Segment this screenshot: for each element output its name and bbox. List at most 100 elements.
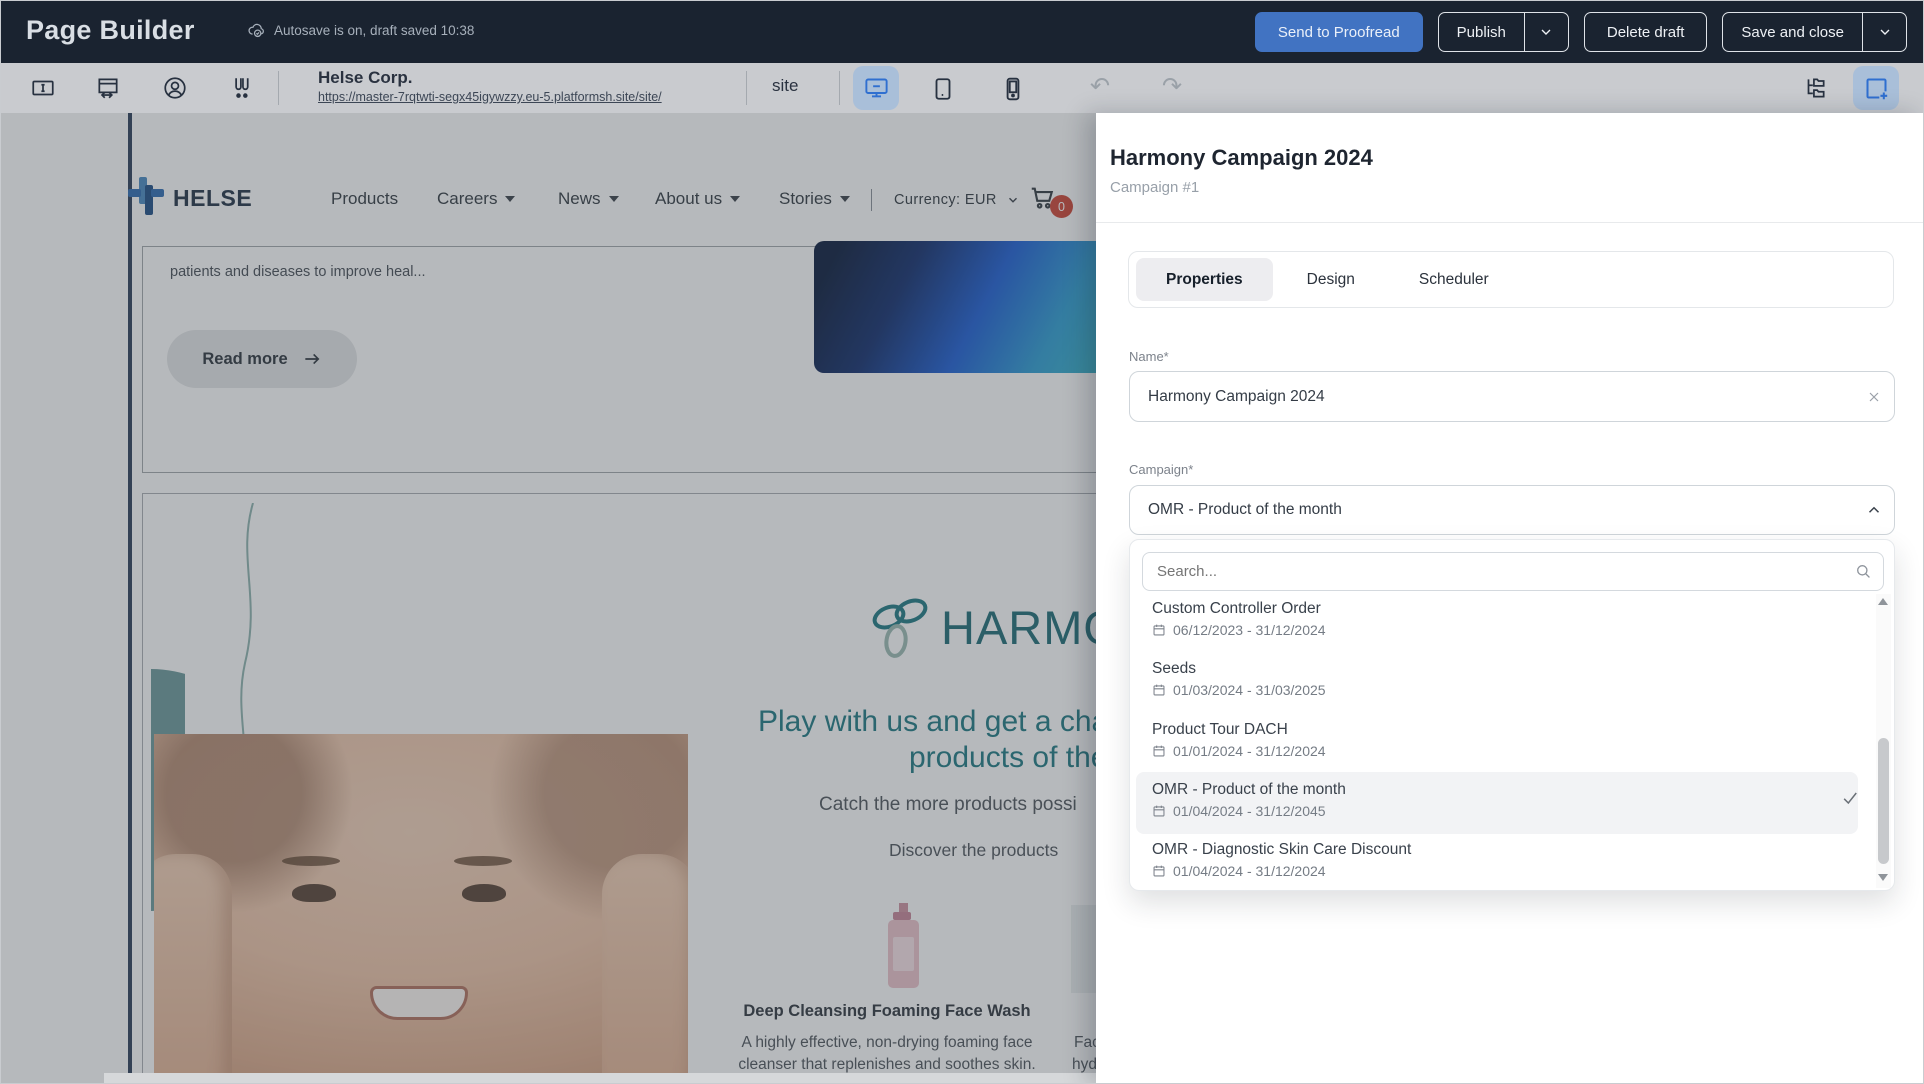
caret-down-icon [609, 196, 619, 202]
site-preview[interactable]: HELSE Products Careers News About us Sto… [1, 113, 1096, 1084]
site-name: Helse Corp. [318, 68, 412, 88]
hero-heading-line1: Play with us and get a chanc [758, 705, 1096, 739]
product-card-desc: A highly effective, non-drying foaming f… [742, 1034, 1033, 1052]
product-card2-text: hyd [1072, 1056, 1096, 1074]
campaign-settings-panel: Harmony Campaign 2024 Campaign #1 Proper… [1096, 113, 1924, 1084]
undo-button[interactable]: ↶ [1085, 73, 1115, 103]
send-to-proofread-button[interactable]: Send to Proofread [1255, 12, 1423, 52]
caret-down-icon [505, 196, 515, 202]
option-dates[interactable]: 01/04/2024 - 31/12/2045 [1152, 803, 1326, 819]
option-dates[interactable]: 01/03/2024 - 31/03/2025 [1152, 682, 1326, 698]
hero-subtext-2: Discover the products [889, 840, 1058, 861]
calendar-icon [1152, 623, 1166, 637]
product-bottle-image [875, 903, 931, 995]
mobile-preview-button[interactable] [999, 75, 1027, 103]
section1-text: patients and diseases to improve heal... [170, 264, 426, 280]
site-url-link[interactable]: https://master-7rqtwti-segx45igywzzy.eu-… [318, 90, 662, 104]
page-tree-button[interactable] [1801, 74, 1829, 102]
clear-name-button[interactable] [1854, 389, 1894, 405]
save-dropdown-toggle[interactable] [1862, 13, 1906, 51]
close-icon [1866, 389, 1882, 405]
photo-detail [602, 854, 688, 1084]
check-icon [1840, 788, 1860, 808]
top-bar: Page Builder Autosave is on, draft saved… [1, 1, 1924, 63]
collapse-dropdown-button[interactable] [1854, 501, 1894, 519]
option-dates[interactable]: 06/12/2023 - 31/12/2024 [1152, 622, 1326, 638]
option-dates[interactable]: 01/04/2024 - 31/12/2024 [1152, 863, 1326, 879]
panel-subtitle: Campaign #1 [1110, 179, 1199, 196]
nav-products[interactable]: Products [331, 189, 398, 209]
option-dates-text: 01/04/2024 - 31/12/2024 [1173, 863, 1326, 879]
helse-logo-icon [126, 175, 168, 217]
section-edge-indicator [128, 113, 132, 1084]
save-and-close-label[interactable]: Save and close [1723, 24, 1862, 41]
name-input[interactable] [1130, 388, 1854, 406]
calendar-icon [1152, 804, 1166, 818]
nav-stories[interactable]: Stories [779, 189, 850, 209]
read-more-button[interactable]: Read more [167, 330, 357, 388]
delete-draft-button[interactable]: Delete draft [1584, 12, 1708, 52]
option-name[interactable]: OMR - Diagnostic Skin Care Discount [1152, 841, 1411, 859]
nav-label: About us [655, 189, 722, 209]
nav-careers[interactable]: Careers [437, 189, 515, 209]
account-tool-icon[interactable] [161, 74, 189, 102]
search-icon [1854, 562, 1873, 581]
harmony-logo-icon [865, 597, 939, 663]
calendar-icon [1152, 864, 1166, 878]
redo-button[interactable]: ↷ [1157, 73, 1187, 103]
cloud-check-icon [247, 21, 266, 40]
dropdown-search-input[interactable] [1143, 563, 1843, 580]
nav-about-us[interactable]: About us [655, 189, 740, 209]
product-card2-text: Fac [1074, 1034, 1096, 1052]
option-name-selected[interactable]: OMR - Product of the month [1152, 781, 1346, 799]
scroll-up-arrow[interactable] [1878, 598, 1888, 605]
toolbar-divider [278, 71, 279, 105]
tab-properties[interactable]: Properties [1136, 258, 1273, 301]
nav-news[interactable]: News [558, 189, 619, 209]
tablet-preview-button[interactable] [929, 75, 957, 103]
publish-dropdown-toggle[interactable] [1524, 13, 1568, 51]
campaign-select-value[interactable] [1130, 501, 1854, 519]
option-dates-text: 01/03/2024 - 31/03/2025 [1173, 682, 1326, 698]
currency-label: Currency: EUR [894, 192, 997, 208]
nav-label: Careers [437, 189, 497, 209]
page-swap-tool-icon[interactable] [94, 74, 122, 102]
topbar-actions: Send to Proofread Publish Delete draft S… [1255, 12, 1907, 52]
option-name[interactable]: Custom Controller Order [1152, 600, 1321, 618]
arrow-right-icon [302, 349, 322, 369]
scroll-down-arrow[interactable] [1878, 874, 1888, 881]
header-divider [871, 189, 872, 211]
campaign-select[interactable] [1129, 485, 1895, 535]
site-logo-text[interactable]: HELSE [173, 185, 252, 212]
option-dates-text: 06/12/2023 - 31/12/2024 [1173, 622, 1326, 638]
text-field-tool-icon[interactable] [29, 74, 57, 102]
desktop-preview-button[interactable] [853, 66, 899, 110]
scrollbar-thumb[interactable] [1878, 738, 1889, 864]
publish-label[interactable]: Publish [1439, 24, 1524, 41]
tab-design[interactable]: Design [1277, 258, 1385, 301]
add-section-button[interactable] [1853, 66, 1899, 110]
tablet-icon [930, 76, 956, 102]
chevron-down-icon [1538, 24, 1554, 40]
calendar-icon [1152, 744, 1166, 758]
option-name[interactable]: Product Tour DACH [1152, 721, 1288, 739]
nav-label: News [558, 189, 601, 209]
components-tool-icon[interactable] [227, 74, 255, 102]
preview-scrollbar[interactable] [104, 1073, 1096, 1084]
nav-label: Stories [779, 189, 832, 209]
read-more-label: Read more [202, 350, 287, 369]
photo-detail [292, 884, 336, 902]
save-and-close-button[interactable]: Save and close [1722, 12, 1907, 52]
currency-selector[interactable]: Currency: EUR [894, 192, 1020, 208]
search-icon-button[interactable] [1843, 562, 1883, 581]
option-name[interactable]: Seeds [1152, 660, 1196, 678]
caret-down-icon [730, 196, 740, 202]
caret-down-icon [840, 196, 850, 202]
app-title: Page Builder [26, 15, 195, 46]
publish-button[interactable]: Publish [1438, 12, 1569, 52]
option-dates[interactable]: 01/01/2024 - 31/12/2024 [1152, 743, 1326, 759]
autosave-text: Autosave is on, draft saved 10:38 [274, 23, 474, 38]
photo-detail [462, 884, 506, 902]
tab-scheduler[interactable]: Scheduler [1389, 258, 1519, 301]
photo-detail [370, 986, 468, 1020]
